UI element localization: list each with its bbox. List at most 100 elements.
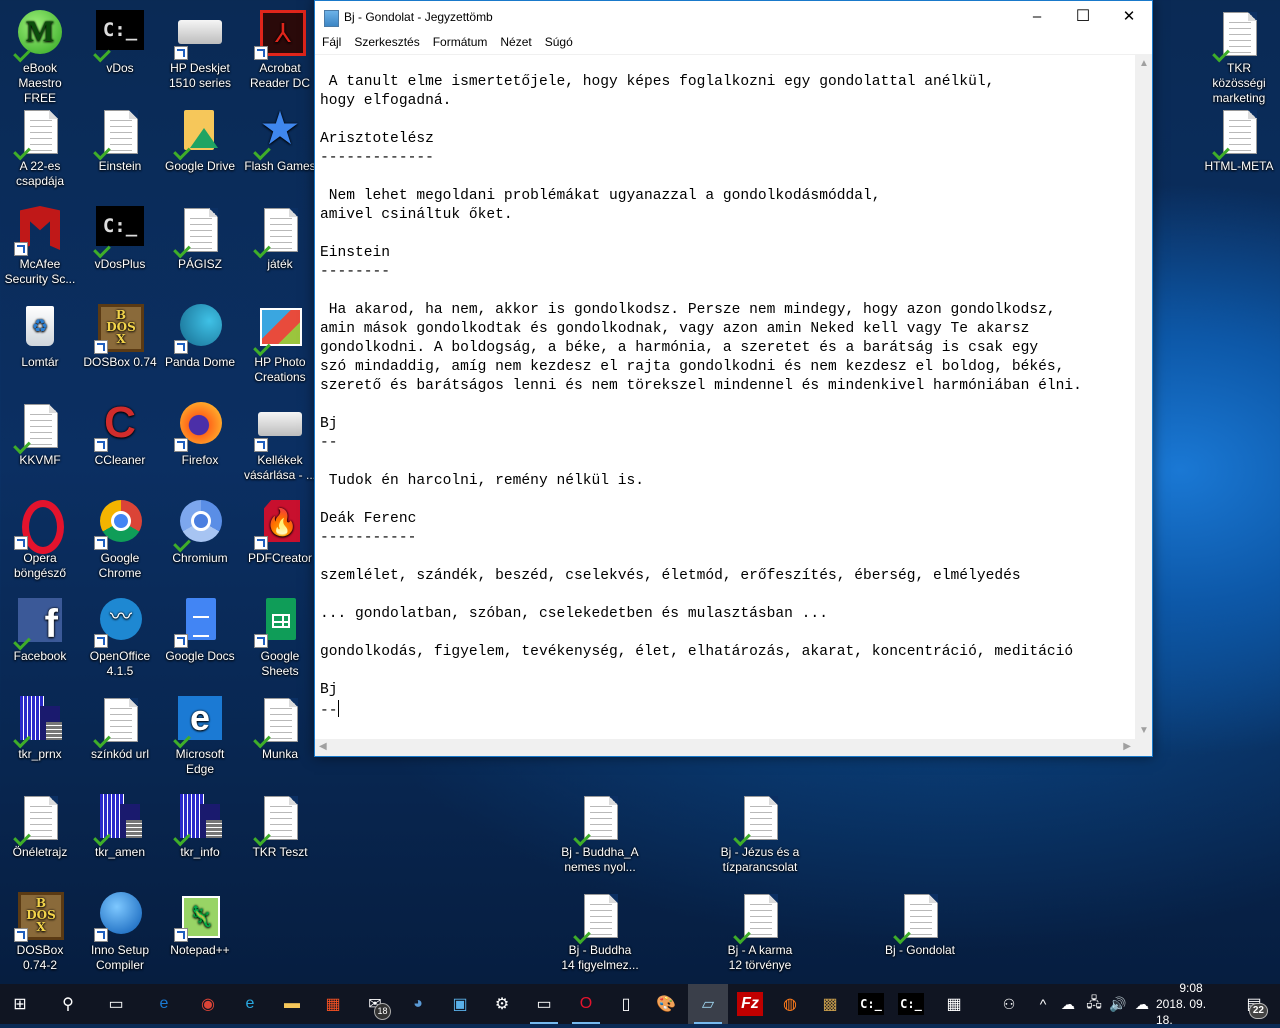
ie-taskbar-icon[interactable]: e bbox=[230, 984, 270, 1024]
store-taskbar-icon[interactable]: ▦ bbox=[313, 984, 353, 1024]
vdos-taskbar-icon[interactable]: C:_ bbox=[851, 984, 891, 1024]
desktop-icon[interactable]: ★ Flash Games bbox=[241, 104, 319, 174]
chrome-taskbar-icon[interactable]: ◉ bbox=[188, 984, 228, 1024]
desktop-icon[interactable]: színkód url bbox=[81, 696, 159, 762]
scroll-right-arrow-icon[interactable]: ▶ bbox=[1123, 741, 1131, 752]
desktop-icon[interactable]: HTML-META bbox=[1200, 108, 1278, 174]
desktop-icon[interactable]: Munka bbox=[241, 696, 319, 762]
desktop-icon[interactable]: Opera böngésző bbox=[1, 500, 79, 581]
blank-document-taskbar-icon[interactable]: ▯ bbox=[606, 984, 646, 1024]
scroll-left-arrow-icon[interactable]: ◀ bbox=[319, 741, 327, 752]
show-hidden-icons-chevron[interactable]: ^ bbox=[1032, 984, 1054, 1024]
horizontal-scrollbar[interactable]: ◀ ▶ bbox=[315, 739, 1135, 756]
desktop-icon[interactable]: PÁGISZ bbox=[161, 206, 239, 272]
desktop-icon[interactable]: B DOS X DOSBox 0.74-2 bbox=[1, 892, 79, 973]
desktop-icon[interactable]: TKR közösségi marketing bbox=[1200, 10, 1278, 106]
menu-file[interactable]: Fájl bbox=[315, 32, 347, 49]
control-panel-taskbar-icon[interactable]: ▣ bbox=[440, 984, 480, 1024]
desktop-icon[interactable]: Kellékek vásárlása - ... bbox=[241, 402, 319, 483]
editor-text[interactable]: A tanult elme ismertetőjele, hogy képes … bbox=[315, 55, 1135, 721]
action-center-button[interactable]: ▤22 bbox=[1234, 984, 1274, 1024]
desktop-icon[interactable]: 〰 OpenOffice 4.1.5 bbox=[81, 598, 159, 679]
desktop-icon[interactable]: C:_ vDosPlus bbox=[81, 206, 159, 272]
cmd-taskbar-icon[interactable]: ▭ bbox=[524, 984, 564, 1024]
close-button[interactable]: ✕ bbox=[1106, 1, 1152, 32]
desktop-icon[interactable]: McAfee Security Sc... bbox=[1, 206, 79, 287]
start-button[interactable]: ⊞ bbox=[0, 984, 40, 1024]
firefox-taskbar-icon[interactable]: ◍ bbox=[770, 984, 810, 1024]
people-icon[interactable]: ⚇ bbox=[994, 984, 1024, 1024]
menu-help[interactable]: Súgó bbox=[538, 32, 579, 49]
desktop-icon[interactable]: Google Chrome bbox=[81, 500, 159, 581]
vdosplus-taskbar-icon[interactable]: C:_ bbox=[891, 984, 931, 1024]
notepadpp-icon: 🦎 bbox=[174, 892, 224, 942]
desktop-icon[interactable]: Firefox bbox=[161, 402, 239, 468]
desktop-icon[interactable]: Bj - Buddha 14 figyelmez... bbox=[560, 892, 640, 973]
desktop-icon[interactable]: tkr_amen bbox=[81, 794, 159, 860]
desktop-icon[interactable]: ⅄ Acrobat Reader DC bbox=[241, 10, 319, 91]
desktop-icon[interactable]: Google Docs bbox=[161, 598, 239, 664]
desktop-icon[interactable]: Bj - Gondolat bbox=[880, 892, 960, 958]
desktop-icon[interactable]: MeBook Maestro FREE bbox=[1, 10, 79, 106]
desktop-icon[interactable]: tkr_info bbox=[161, 794, 239, 860]
calculator-taskbar-icon[interactable]: ▦ bbox=[934, 984, 974, 1024]
scroll-up-arrow-icon[interactable]: ▲ bbox=[1139, 58, 1149, 69]
desktop-icon[interactable]: 🔥 PDFCreator bbox=[241, 500, 319, 566]
minimize-button[interactable]: – bbox=[1014, 1, 1060, 32]
thunderbird-taskbar-icon[interactable]: ◕ bbox=[398, 984, 438, 1024]
task-view-button[interactable]: ▭ bbox=[96, 984, 136, 1024]
text-editor[interactable]: A tanult elme ismertetőjele, hogy képes … bbox=[315, 54, 1135, 741]
desktop-icon[interactable]: Panda Dome bbox=[161, 304, 239, 370]
network-icon[interactable]: 🖧 bbox=[1082, 984, 1106, 1024]
desktop-icon[interactable]: B DOS X DOSBox 0.74 bbox=[81, 304, 159, 370]
edge-taskbar-icon[interactable]: e bbox=[144, 984, 184, 1024]
scroll-down-arrow-icon[interactable]: ▼ bbox=[1139, 725, 1149, 736]
settings-taskbar-icon[interactable]: ⚙ bbox=[482, 984, 522, 1024]
menu-format[interactable]: Formátum bbox=[426, 32, 494, 49]
onedrive-icon[interactable]: ☁ bbox=[1056, 984, 1080, 1024]
vertical-scrollbar[interactable]: ▲ ▼ bbox=[1135, 54, 1152, 740]
desktop-icon[interactable]: C:_ vDos bbox=[81, 10, 159, 76]
desktop-icon[interactable]: ♻ Lomtár bbox=[1, 304, 79, 370]
title-bar[interactable]: Bj - Gondolat - Jegyzettömb – ☐ ✕ bbox=[315, 1, 1152, 32]
dosbox-taskbar-icon[interactable]: ▩ bbox=[810, 984, 850, 1024]
desktop-icon[interactable]: HP Photo Creations bbox=[241, 304, 319, 385]
desktop-icon[interactable]: Inno Setup Compiler bbox=[81, 892, 159, 973]
desktop-icon[interactable]: Bj - Jézus és a tízparancsolat bbox=[720, 794, 800, 875]
desktop-icon[interactable]: Einstein bbox=[81, 108, 159, 174]
desktop-icon[interactable]: játék bbox=[241, 206, 319, 272]
mail-taskbar-icon[interactable]: ✉ 18 bbox=[355, 984, 395, 1024]
desktop-icon[interactable]: e Microsoft Edge bbox=[161, 696, 239, 777]
desktop-icon[interactable]: Google Drive bbox=[161, 108, 239, 174]
text-document-icon bbox=[256, 206, 304, 254]
desktop-icon[interactable]: TKR Teszt bbox=[241, 794, 319, 860]
desktop-icon[interactable]: tkr_prnx bbox=[1, 696, 79, 762]
desktop-icon[interactable]: HP Deskjet 1510 series bbox=[161, 10, 239, 91]
desktop-icon[interactable]: Google Sheets bbox=[241, 598, 319, 679]
file-explorer-taskbar-icon[interactable]: ▬ bbox=[272, 984, 312, 1024]
notepad-taskbar-icon[interactable]: ▱ bbox=[688, 984, 728, 1024]
desktop-icon[interactable]: f Facebook bbox=[1, 598, 79, 664]
filezilla-taskbar-icon[interactable]: Fz bbox=[730, 984, 770, 1024]
desktop-icon[interactable]: C CCleaner bbox=[81, 401, 159, 468]
maximize-button[interactable]: ☐ bbox=[1060, 1, 1106, 32]
paint-taskbar-icon[interactable]: 🎨 bbox=[646, 984, 686, 1024]
desktop-icon[interactable]: Chromium bbox=[161, 500, 239, 566]
clock[interactable]: 9:08 2018. 09. 18. bbox=[1156, 981, 1226, 1027]
sync-check-icon bbox=[894, 928, 912, 942]
desktop-icon[interactable]: A 22-es csapdája bbox=[1, 108, 79, 189]
search-button[interactable]: ⚲ bbox=[48, 984, 88, 1024]
desktop-icon[interactable]: Bj - Buddha_A nemes nyol... bbox=[560, 794, 640, 875]
volume-icon[interactable]: 🔊 bbox=[1106, 984, 1130, 1024]
desktop-icon[interactable]: KKVMF bbox=[1, 402, 79, 468]
text-document-icon bbox=[1215, 108, 1263, 156]
menu-edit[interactable]: Szerkesztés bbox=[347, 32, 425, 49]
menu-view[interactable]: Nézet bbox=[493, 32, 537, 49]
cloud-upload-icon[interactable]: ☁ bbox=[1130, 984, 1154, 1024]
opera-taskbar-icon[interactable]: O bbox=[566, 984, 606, 1024]
desktop-icon[interactable]: Bj - A karma 12 törvénye bbox=[720, 892, 800, 973]
resize-grip-icon[interactable] bbox=[1135, 739, 1152, 756]
google-sheets-icon bbox=[254, 598, 304, 648]
desktop-icon[interactable]: Önéletrajz bbox=[1, 794, 79, 860]
desktop-icon[interactable]: 🦎 Notepad++ bbox=[161, 892, 239, 958]
